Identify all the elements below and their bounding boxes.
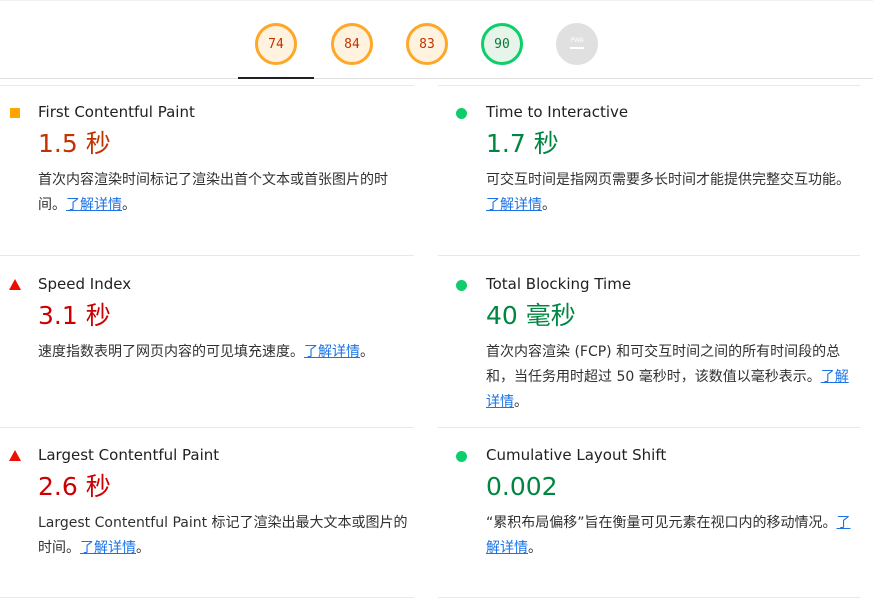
pass-circle-icon (456, 108, 467, 119)
pwa-label: PWA (570, 36, 584, 44)
metric-description: 首次内容渲染 (FCP) 和可交互时间之间的所有时间段的总和，当任务用时超过 5… (486, 340, 856, 415)
description-text: “累积布局偏移”旨在衡量可见元素在视口内的移动情况。 (486, 515, 837, 531)
na-dash-icon (570, 46, 584, 49)
row-divider (438, 85, 860, 86)
metric-description: 可交互时间是指网页需要多长时间才能提供完整交互功能。了解详情。 (486, 168, 856, 218)
gauge-performance[interactable]: 74 (255, 23, 297, 65)
metric-description: Largest Contentful Paint 标记了渲染出最大文本或图片的时… (38, 511, 408, 561)
description-suffix: 。 (542, 197, 556, 213)
metric-description: 速度指数表明了网页内容的可见填充速度。了解详情。 (38, 340, 408, 365)
metric-value: 1.7 秒 (486, 129, 559, 158)
gauge-best-practices[interactable]: 83 (406, 23, 448, 65)
description-suffix: 。 (360, 344, 374, 360)
gauge-accessibility[interactable]: 84 (331, 23, 373, 65)
learn-more-link[interactable]: 了解详情 (66, 197, 122, 213)
metric-title: Speed Index (38, 275, 132, 293)
description-text: 首次内容渲染 (FCP) 和可交互时间之间的所有时间段的总和，当任务用时超过 5… (486, 344, 841, 385)
description-text: 速度指数表明了网页内容的可见填充速度。 (38, 344, 304, 360)
row-divider (438, 255, 860, 256)
description-suffix: 。 (122, 197, 136, 213)
metric-speed-index: Speed Index 3.1 秒 速度指数表明了网页内容的可见填充速度。了解详… (0, 275, 420, 415)
metric-title: Largest Contentful Paint (38, 446, 220, 464)
pass-circle-icon (456, 280, 467, 291)
fail-triangle-icon (9, 279, 21, 290)
metric-title: First Contentful Paint (38, 103, 195, 121)
row-divider (0, 597, 414, 598)
gauge-score: 84 (344, 36, 360, 52)
row-divider (438, 427, 860, 428)
metric-value: 40 毫秒 (486, 301, 576, 330)
metric-value: 1.5 秒 (38, 129, 111, 158)
metric-description: 首次内容渲染时间标记了渲染出首个文本或首张图片的时间。了解详情。 (38, 168, 408, 218)
metric-time-to-interactive: Time to Interactive 1.7 秒 可交互时间是指网页需要多长时… (440, 103, 860, 243)
gauge-score: 90 (494, 36, 510, 52)
description-text: 可交互时间是指网页需要多长时间才能提供完整交互功能。 (486, 172, 850, 188)
row-divider (0, 85, 414, 86)
category-gauges-bar: 74 84 83 90 PWA (0, 0, 873, 79)
metric-value: 0.002 (486, 472, 558, 501)
description-suffix: 。 (514, 394, 528, 410)
active-tab-indicator (238, 77, 314, 79)
learn-more-link[interactable]: 了解详情 (80, 540, 136, 556)
metric-value: 2.6 秒 (38, 472, 111, 501)
gauge-score: 83 (419, 36, 435, 52)
fail-triangle-icon (9, 450, 21, 461)
row-divider (0, 427, 414, 428)
metric-largest-contentful-paint: Largest Contentful Paint 2.6 秒 Largest C… (0, 446, 420, 586)
learn-more-link[interactable]: 了解详情 (486, 197, 542, 213)
metric-title: Total Blocking Time (486, 275, 632, 293)
metric-description: “累积布局偏移”旨在衡量可见元素在视口内的移动情况。了解详情。 (486, 511, 856, 561)
metric-first-contentful-paint: First Contentful Paint 1.5 秒 首次内容渲染时间标记了… (0, 103, 420, 243)
learn-more-link[interactable]: 了解详情 (304, 344, 360, 360)
description-suffix: 。 (528, 540, 542, 556)
gauge-seo[interactable]: 90 (481, 23, 523, 65)
pass-circle-icon (456, 451, 467, 462)
gauge-score: 74 (268, 36, 284, 52)
metric-title: Time to Interactive (486, 103, 629, 121)
row-divider (0, 255, 414, 256)
gauge-pwa[interactable]: PWA (556, 23, 598, 65)
metric-cumulative-layout-shift: Cumulative Layout Shift 0.002 “累积布局偏移”旨在… (440, 446, 860, 586)
average-square-icon (10, 108, 20, 118)
description-suffix: 。 (136, 540, 150, 556)
metric-value: 3.1 秒 (38, 301, 111, 330)
metric-title: Cumulative Layout Shift (486, 446, 667, 464)
metric-total-blocking-time: Total Blocking Time 40 毫秒 首次内容渲染 (FCP) 和… (440, 275, 860, 415)
row-divider (438, 597, 860, 598)
